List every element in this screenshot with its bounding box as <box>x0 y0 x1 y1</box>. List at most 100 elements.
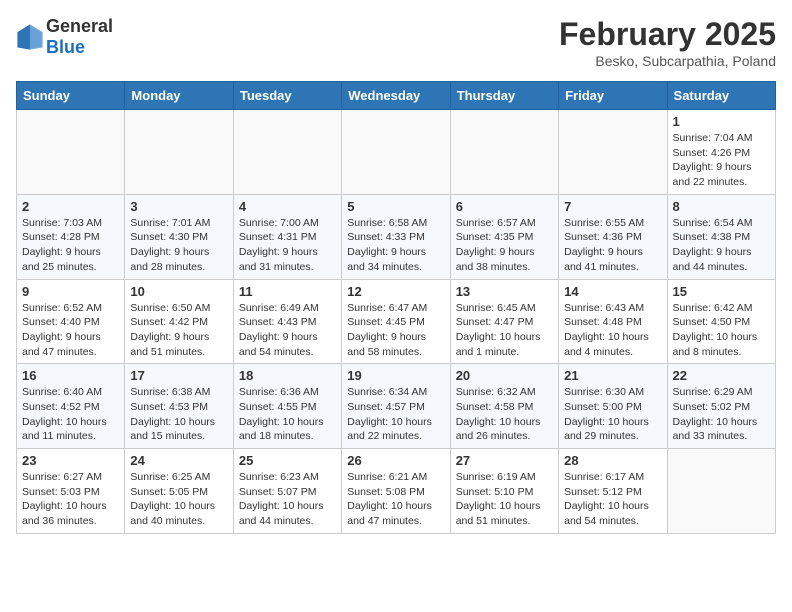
calendar-cell: 1 Sunrise: 7:04 AM Sunset: 4:26 PM Daylig… <box>667 110 775 195</box>
day-number: 11 <box>239 284 336 299</box>
weekday-header-saturday: Saturday <box>667 82 775 110</box>
calendar-cell: 12 Sunrise: 6:47 AM Sunset: 4:45 PM Dayli… <box>342 279 450 364</box>
day-number: 13 <box>456 284 553 299</box>
calendar-cell: 19 Sunrise: 6:34 AM Sunset: 4:57 PM Dayli… <box>342 364 450 449</box>
day-info: Sunrise: 6:32 AM Sunset: 4:58 PM Dayligh… <box>456 385 553 444</box>
location-title: Besko, Subcarpathia, Poland <box>559 53 776 69</box>
day-info: Sunrise: 6:27 AM Sunset: 5:03 PM Dayligh… <box>22 470 119 529</box>
calendar-cell: 8 Sunrise: 6:54 AM Sunset: 4:38 PM Daylig… <box>667 194 775 279</box>
calendar-cell <box>233 110 341 195</box>
day-number: 1 <box>673 114 770 129</box>
day-number: 25 <box>239 453 336 468</box>
calendar-cell: 7 Sunrise: 6:55 AM Sunset: 4:36 PM Daylig… <box>559 194 667 279</box>
calendar-cell: 27 Sunrise: 6:19 AM Sunset: 5:10 PM Dayli… <box>450 449 558 534</box>
calendar-cell: 10 Sunrise: 6:50 AM Sunset: 4:42 PM Dayli… <box>125 279 233 364</box>
day-info: Sunrise: 6:30 AM Sunset: 5:00 PM Dayligh… <box>564 385 661 444</box>
day-number: 23 <box>22 453 119 468</box>
day-info: Sunrise: 6:25 AM Sunset: 5:05 PM Dayligh… <box>130 470 227 529</box>
day-number: 15 <box>673 284 770 299</box>
calendar-cell: 23 Sunrise: 6:27 AM Sunset: 5:03 PM Dayli… <box>17 449 125 534</box>
calendar-cell <box>450 110 558 195</box>
day-number: 26 <box>347 453 444 468</box>
calendar-cell: 24 Sunrise: 6:25 AM Sunset: 5:05 PM Dayli… <box>125 449 233 534</box>
calendar-week-row: 2 Sunrise: 7:03 AM Sunset: 4:28 PM Daylig… <box>17 194 776 279</box>
calendar-cell: 17 Sunrise: 6:38 AM Sunset: 4:53 PM Dayli… <box>125 364 233 449</box>
day-number: 24 <box>130 453 227 468</box>
day-info: Sunrise: 6:55 AM Sunset: 4:36 PM Dayligh… <box>564 216 661 275</box>
day-number: 10 <box>130 284 227 299</box>
day-number: 22 <box>673 368 770 383</box>
day-info: Sunrise: 6:19 AM Sunset: 5:10 PM Dayligh… <box>456 470 553 529</box>
day-info: Sunrise: 7:00 AM Sunset: 4:31 PM Dayligh… <box>239 216 336 275</box>
calendar-cell <box>667 449 775 534</box>
day-number: 12 <box>347 284 444 299</box>
day-number: 5 <box>347 199 444 214</box>
logo-text: General Blue <box>46 16 113 58</box>
calendar-week-row: 16 Sunrise: 6:40 AM Sunset: 4:52 PM Dayli… <box>17 364 776 449</box>
calendar-table: SundayMondayTuesdayWednesdayThursdayFrid… <box>16 81 776 534</box>
calendar-cell: 13 Sunrise: 6:45 AM Sunset: 4:47 PM Dayli… <box>450 279 558 364</box>
calendar-week-row: 1 Sunrise: 7:04 AM Sunset: 4:26 PM Daylig… <box>17 110 776 195</box>
day-number: 21 <box>564 368 661 383</box>
day-info: Sunrise: 6:58 AM Sunset: 4:33 PM Dayligh… <box>347 216 444 275</box>
calendar-cell: 15 Sunrise: 6:42 AM Sunset: 4:50 PM Dayli… <box>667 279 775 364</box>
day-number: 8 <box>673 199 770 214</box>
calendar-cell: 18 Sunrise: 6:36 AM Sunset: 4:55 PM Dayli… <box>233 364 341 449</box>
calendar-cell: 28Sunrise: 6:17 AM Sunset: 5:12 PM Dayli… <box>559 449 667 534</box>
calendar-cell: 9 Sunrise: 6:52 AM Sunset: 4:40 PM Daylig… <box>17 279 125 364</box>
day-info: Sunrise: 6:36 AM Sunset: 4:55 PM Dayligh… <box>239 385 336 444</box>
day-info: Sunrise: 6:23 AM Sunset: 5:07 PM Dayligh… <box>239 470 336 529</box>
page-header: General Blue February 2025 Besko, Subcar… <box>16 16 776 69</box>
day-number: 19 <box>347 368 444 383</box>
day-info: Sunrise: 6:40 AM Sunset: 4:52 PM Dayligh… <box>22 385 119 444</box>
calendar-cell: 2 Sunrise: 7:03 AM Sunset: 4:28 PM Daylig… <box>17 194 125 279</box>
calendar-cell: 25 Sunrise: 6:23 AM Sunset: 5:07 PM Dayli… <box>233 449 341 534</box>
day-number: 18 <box>239 368 336 383</box>
weekday-header-friday: Friday <box>559 82 667 110</box>
day-info: Sunrise: 6:50 AM Sunset: 4:42 PM Dayligh… <box>130 301 227 360</box>
day-number: 14 <box>564 284 661 299</box>
day-number: 28 <box>564 453 661 468</box>
day-number: 20 <box>456 368 553 383</box>
day-number: 17 <box>130 368 227 383</box>
calendar-week-row: 9 Sunrise: 6:52 AM Sunset: 4:40 PM Daylig… <box>17 279 776 364</box>
day-number: 2 <box>22 199 119 214</box>
day-info: Sunrise: 6:45 AM Sunset: 4:47 PM Dayligh… <box>456 301 553 360</box>
calendar-week-row: 23 Sunrise: 6:27 AM Sunset: 5:03 PM Dayli… <box>17 449 776 534</box>
calendar-cell: 6Sunrise: 6:57 AM Sunset: 4:35 PM Daylig… <box>450 194 558 279</box>
day-number: 4 <box>239 199 336 214</box>
calendar-cell: 20 Sunrise: 6:32 AM Sunset: 4:58 PM Dayli… <box>450 364 558 449</box>
day-info: Sunrise: 6:29 AM Sunset: 5:02 PM Dayligh… <box>673 385 770 444</box>
calendar-cell: 4 Sunrise: 7:00 AM Sunset: 4:31 PM Daylig… <box>233 194 341 279</box>
calendar-cell: 5 Sunrise: 6:58 AM Sunset: 4:33 PM Daylig… <box>342 194 450 279</box>
day-info: Sunrise: 7:03 AM Sunset: 4:28 PM Dayligh… <box>22 216 119 275</box>
day-info: Sunrise: 6:42 AM Sunset: 4:50 PM Dayligh… <box>673 301 770 360</box>
calendar-cell <box>17 110 125 195</box>
day-info: Sunrise: 6:47 AM Sunset: 4:45 PM Dayligh… <box>347 301 444 360</box>
day-info: Sunrise: 6:57 AM Sunset: 4:35 PM Dayligh… <box>456 216 553 275</box>
day-info: Sunrise: 6:38 AM Sunset: 4:53 PM Dayligh… <box>130 385 227 444</box>
day-number: 7 <box>564 199 661 214</box>
month-title: February 2025 <box>559 16 776 53</box>
day-number: 27 <box>456 453 553 468</box>
day-info: Sunrise: 7:01 AM Sunset: 4:30 PM Dayligh… <box>130 216 227 275</box>
calendar-cell: 21 Sunrise: 6:30 AM Sunset: 5:00 PM Dayli… <box>559 364 667 449</box>
day-number: 3 <box>130 199 227 214</box>
day-info: Sunrise: 6:52 AM Sunset: 4:40 PM Dayligh… <box>22 301 119 360</box>
weekday-header-tuesday: Tuesday <box>233 82 341 110</box>
logo: General Blue <box>16 16 113 58</box>
day-info: Sunrise: 6:43 AM Sunset: 4:48 PM Dayligh… <box>564 301 661 360</box>
calendar-cell: 16 Sunrise: 6:40 AM Sunset: 4:52 PM Dayli… <box>17 364 125 449</box>
day-info: Sunrise: 6:34 AM Sunset: 4:57 PM Dayligh… <box>347 385 444 444</box>
title-block: February 2025 Besko, Subcarpathia, Polan… <box>559 16 776 69</box>
weekday-header-row: SundayMondayTuesdayWednesdayThursdayFrid… <box>17 82 776 110</box>
day-info: Sunrise: 6:54 AM Sunset: 4:38 PM Dayligh… <box>673 216 770 275</box>
weekday-header-monday: Monday <box>125 82 233 110</box>
day-number: 9 <box>22 284 119 299</box>
day-info: Sunrise: 6:21 AM Sunset: 5:08 PM Dayligh… <box>347 470 444 529</box>
day-info: Sunrise: 7:04 AM Sunset: 4:26 PM Dayligh… <box>673 131 770 190</box>
day-number: 16 <box>22 368 119 383</box>
calendar-cell: 11Sunrise: 6:49 AM Sunset: 4:43 PM Dayli… <box>233 279 341 364</box>
calendar-cell <box>342 110 450 195</box>
weekday-header-sunday: Sunday <box>17 82 125 110</box>
